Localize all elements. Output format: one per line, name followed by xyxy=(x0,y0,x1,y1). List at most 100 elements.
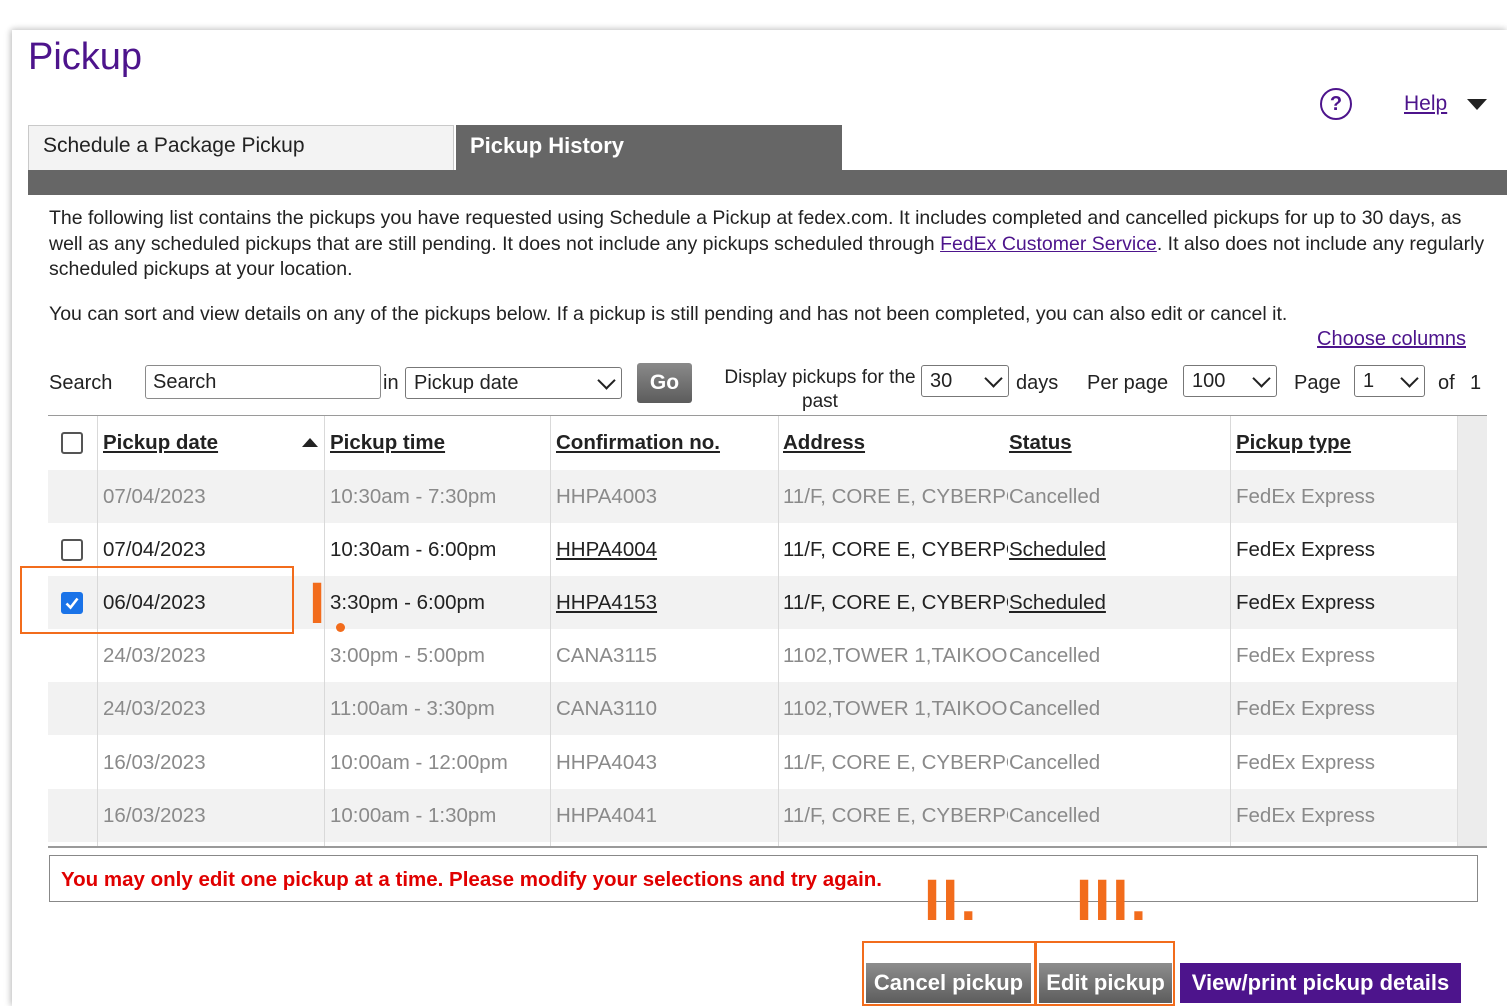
checkmark-icon xyxy=(65,597,79,609)
header-pickup-type[interactable]: Pickup type xyxy=(1236,416,1456,469)
per-page-select[interactable]: 100 xyxy=(1183,365,1277,397)
page-select[interactable]: 1 xyxy=(1354,365,1425,397)
cell-pickup-time: 10:30am - 6:00pm xyxy=(330,537,497,561)
cell-pickup-date: 16/03/2023 xyxy=(103,750,206,774)
table-scrollbar[interactable] xyxy=(1457,416,1487,846)
table-row[interactable]: 07/04/2023 10:30am - 7:30pm HHPA4003 11/… xyxy=(48,470,1458,523)
cancel-pickup-button[interactable]: Cancel pickup xyxy=(866,963,1031,1003)
intro-text: The following list contains the pickups … xyxy=(49,206,1494,283)
table-row[interactable]: 24/03/2023 3:00pm - 5:00pm CANA3115 1102… xyxy=(48,629,1458,682)
chevron-down-icon xyxy=(984,368,1003,388)
cell-address: 11/F, CORE E, CYBERPORT 3 xyxy=(783,750,1008,774)
cell-status: Cancelled xyxy=(1009,696,1101,720)
header-pickup-date[interactable]: Pickup date xyxy=(103,416,323,469)
cell-address: 11/F, CORE E, CYBERPORT 3 xyxy=(783,803,1008,827)
cell-address: 11/F, CORE E, CYBERPORT 3 xyxy=(783,537,1008,561)
select-all-cell xyxy=(61,416,83,469)
cell-pickup-date: 06/04/2023 xyxy=(103,590,206,614)
table-row[interactable]: 24/03/2023 11:00am - 3:30pm CANA3110 110… xyxy=(48,682,1458,735)
cell-pickup-type: FedEx Express xyxy=(1236,803,1375,827)
search-input[interactable] xyxy=(145,365,381,399)
header-status[interactable]: Status xyxy=(1009,416,1229,469)
per-page-label: Per page xyxy=(1087,372,1169,394)
annotation-dot xyxy=(336,623,345,632)
search-field-select[interactable]: Pickup date xyxy=(405,367,622,399)
search-field-value: Pickup date xyxy=(414,371,519,394)
of-label: of xyxy=(1438,372,1455,394)
cell-confirmation: CANA3110 xyxy=(556,696,658,720)
cell-status: Cancelled xyxy=(1009,803,1101,827)
sort-asc-icon-cell xyxy=(302,416,322,469)
table-row[interactable]: 16/03/2023 10:00am - 1:30pm HHPA4041 11/… xyxy=(48,789,1458,842)
caret-down-icon[interactable] xyxy=(1467,98,1488,110)
annotation-step-2: II. xyxy=(924,868,979,933)
header-confirmation-no[interactable]: Confirmation no. xyxy=(556,416,776,469)
cell-status: Cancelled xyxy=(1009,643,1101,667)
cell-confirmation: CANA3115 xyxy=(556,643,658,667)
annotation-step-1: I xyxy=(309,571,328,636)
help-icon-glyph: ? xyxy=(1329,92,1343,115)
row-checkbox-checked[interactable] xyxy=(61,591,83,614)
header-pickup-time[interactable]: Pickup time xyxy=(330,416,550,469)
table-row[interactable]: 07/04/2023 10:30am - 6:00pm HHPA4004 11/… xyxy=(48,523,1458,576)
sort-ascending-icon[interactable] xyxy=(302,438,318,447)
column-divider xyxy=(550,416,551,846)
cell-pickup-type: FedEx Express xyxy=(1236,750,1375,774)
pickup-history-table: Pickup date Pickup time Confirmation no.… xyxy=(48,415,1487,848)
cell-pickup-date: 24/03/2023 xyxy=(103,696,206,720)
tab-bar xyxy=(28,170,1507,195)
cell-pickup-type: FedEx Express xyxy=(1236,590,1375,614)
select-all-checkbox[interactable] xyxy=(61,431,83,454)
column-divider xyxy=(778,416,779,846)
cell-status: Cancelled xyxy=(1009,484,1101,508)
help-icon[interactable]: ? xyxy=(1320,88,1352,120)
table-row[interactable]: 16/03/2023 10:00am - 12:00pm HHPA4043 11… xyxy=(48,736,1458,789)
cell-pickup-type: FedEx Express xyxy=(1236,537,1375,561)
cell-status: Cancelled xyxy=(1009,750,1101,774)
go-button[interactable]: Go xyxy=(637,363,692,403)
cell-address: 11/F, CORE E, CYBERPORT 3 xyxy=(783,484,1008,508)
cell-pickup-time: 3:00pm - 5:00pm xyxy=(330,643,485,667)
cell-pickup-time: 10:00am - 1:30pm xyxy=(330,803,497,827)
days-label: days xyxy=(1016,372,1059,394)
cell-confirmation: HHPA4041 xyxy=(556,803,658,827)
cell-confirmation: HHPA4043 xyxy=(556,750,658,774)
table-header-row: Pickup date Pickup time Confirmation no.… xyxy=(48,416,1458,469)
error-message: You may only edit one pickup at a time. … xyxy=(49,855,1478,902)
status-link[interactable]: Scheduled xyxy=(1009,523,1229,576)
chevron-down-icon xyxy=(1400,368,1419,388)
days-select[interactable]: 30 xyxy=(921,365,1009,397)
cell-pickup-date: 07/04/2023 xyxy=(103,537,206,561)
cell-pickup-time: 10:30am - 7:30pm xyxy=(330,484,497,508)
cell-pickup-type: FedEx Express xyxy=(1236,484,1375,508)
per-page-value: 100 xyxy=(1192,369,1226,392)
display-pickups-label: Display pickups for the past xyxy=(724,367,916,412)
status-link[interactable]: Scheduled xyxy=(1009,576,1229,629)
chevron-down-icon xyxy=(1252,368,1271,388)
table-row[interactable]: 06/04/2023 3:30pm - 6:00pm HHPA4153 11/F… xyxy=(48,576,1458,629)
page-title: Pickup xyxy=(28,36,143,78)
help-link[interactable]: Help xyxy=(1404,92,1447,116)
cell-address: 1102,TOWER 1,TAIKOO PLACE xyxy=(783,643,1008,667)
row-checkbox[interactable] xyxy=(61,538,83,561)
confirmation-link[interactable]: HHPA4153 xyxy=(556,576,776,629)
page-value: 1 xyxy=(1363,369,1375,392)
cell-confirmation: HHPA4003 xyxy=(556,484,658,508)
edit-pickup-button[interactable]: Edit pickup xyxy=(1039,963,1172,1003)
days-value: 30 xyxy=(930,369,953,392)
annotation-step-3: III. xyxy=(1076,868,1149,933)
cell-address: 1102,TOWER 1,TAIKOO PLACE xyxy=(783,696,1008,720)
cell-pickup-date: 07/04/2023 xyxy=(103,484,206,508)
help-area[interactable]: ? Help xyxy=(1320,86,1488,122)
tab-pickup-history[interactable]: Pickup History xyxy=(456,125,842,171)
fedex-customer-service-link[interactable]: FedEx Customer Service xyxy=(940,233,1157,255)
confirmation-link[interactable]: HHPA4004 xyxy=(556,523,776,576)
choose-columns-link[interactable]: Choose columns xyxy=(1317,328,1466,351)
view-print-details-button[interactable]: View/print pickup details xyxy=(1180,963,1461,1003)
header-address[interactable]: Address xyxy=(783,416,1003,469)
page-label: Page xyxy=(1294,372,1341,394)
chevron-down-icon xyxy=(597,370,616,390)
intro-text-2: You can sort and view details on any of … xyxy=(49,303,1288,325)
column-divider xyxy=(97,416,98,846)
tab-schedule-pickup[interactable]: Schedule a Package Pickup xyxy=(28,125,454,171)
